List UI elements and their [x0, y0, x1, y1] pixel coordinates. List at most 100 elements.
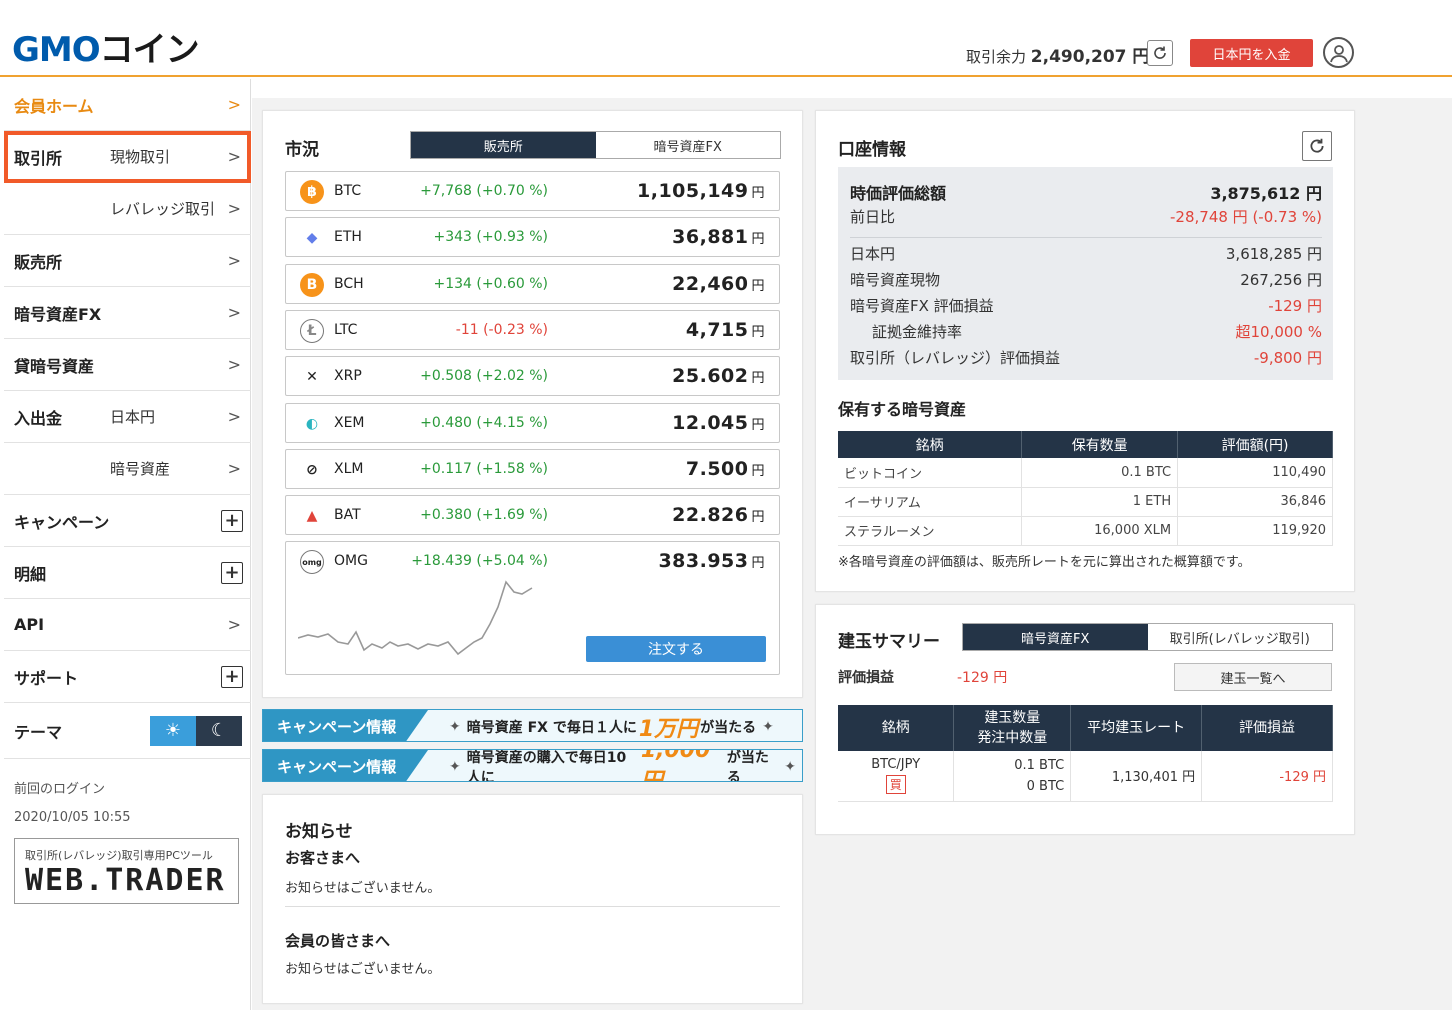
- spot-row: 暗号資産現物 267,256 円: [850, 271, 1322, 289]
- eth-icon: ◆: [300, 226, 324, 251]
- balance-refresh-button[interactable]: [1147, 40, 1173, 66]
- refresh-icon: [1310, 138, 1324, 153]
- market-tabs: 販売所 暗号資産FX: [410, 131, 781, 159]
- coin-price: 22,460 円: [672, 272, 765, 295]
- jpy-row: 日本円 3,618,285 円: [850, 245, 1322, 263]
- webtrader-banner[interactable]: 取引所(レバレッジ)取引専用PCツール WEB.TRADER: [14, 838, 239, 904]
- sidebar-item-home[interactable]: 会員ホーム >: [4, 79, 251, 131]
- trading-balance: 取引余力 2,490,207 円: [966, 42, 1149, 67]
- gmo-coin-logo[interactable]: GMOコイン: [12, 30, 200, 70]
- prev-day-row: 前日比 -28,748 円 (-0.73 %): [850, 208, 1322, 226]
- last-login: 前回のログイン 2020/10/05 10:55: [14, 782, 131, 825]
- positions-panel: 建玉サマリー 暗号資産FX 取引所(レバレッジ取引) 評価損益 -129 円 建…: [815, 604, 1355, 835]
- total-valuation-row: 時価評価総額 3,875,612 円: [850, 184, 1322, 203]
- balance-value: 2,490,207 円: [1030, 47, 1150, 67]
- moon-icon[interactable]: ☾: [196, 715, 242, 746]
- coin-row-btc[interactable]: ฿ BTC +7,768 (+0.70 %) 1,105,149 円: [285, 171, 780, 211]
- holdings-table: 銘柄 保有数量 評価額(円) ビットコイン 0.1 BTC 110,490 イーサリ…: [838, 431, 1333, 546]
- coin-row-omg[interactable]: omg OMG +18.439 (+5.04 %) 383.953 円注文する: [285, 541, 780, 676]
- coin-row-ltc[interactable]: Ł LTC -11 (-0.23 %) 4,715 円: [285, 309, 780, 350]
- tab-positions-fx[interactable]: 暗号資産FX: [963, 624, 1148, 650]
- tab-positions-leverage[interactable]: 取引所(レバレッジ取引): [1147, 624, 1332, 650]
- coin-symbol: OMG: [334, 553, 368, 570]
- user-icon: [1329, 44, 1348, 62]
- fx-pl-row: 暗号資産FX 評価損益 -129 円: [850, 297, 1322, 315]
- margin-ratio-row: 証拠金維持率 超10,000 %: [872, 323, 1322, 341]
- market-title: 市況: [285, 140, 319, 160]
- sidebar-item-api[interactable]: API >: [4, 599, 251, 651]
- theme-toggle[interactable]: ☀ ☾: [150, 715, 242, 746]
- coin-row-xlm[interactable]: ⊘ XLM +0.117 (+1.58 %) 7.500 円: [285, 448, 780, 489]
- sparkline-path: [298, 580, 533, 656]
- sidebar-item-exchange-spot[interactable]: 取引所 現物取引 >: [4, 131, 251, 183]
- sidebar-item-deposit-jpy[interactable]: 入出金 日本円 >: [4, 391, 251, 443]
- order-button[interactable]: 注文する: [586, 636, 766, 663]
- table-row[interactable]: BTC/JPY 買 0.1 BTC 0 BTC 1,130,401 円 -129 円: [838, 751, 1333, 802]
- sidebar-item-lending[interactable]: 貸暗号資産 >: [4, 339, 251, 391]
- coin-price: 25.602 円: [672, 365, 765, 388]
- tab-fx[interactable]: 暗号資産FX: [595, 132, 780, 158]
- sidebar-item-support[interactable]: サポート +: [4, 651, 251, 703]
- sidebar-item-exchange-leverage[interactable]: レバレッジ取引 >: [4, 183, 251, 235]
- notice-title: お知らせ: [285, 822, 353, 842]
- account-summary: 時価評価総額 3,875,612 円 前日比 -28,748 円 (-0.73 %)…: [838, 167, 1333, 380]
- sparkle-icon: ✦: [784, 758, 796, 775]
- bat-icon: ▲: [300, 504, 324, 529]
- sparkle-icon: ✦: [762, 718, 774, 735]
- holdings-title: 保有する暗号資産: [838, 400, 967, 419]
- sparkle-icon: ✦: [449, 718, 461, 735]
- coin-change: +343 (+0.93 %): [433, 229, 548, 246]
- market-panel: 市況 販売所 暗号資産FX ฿ BTC +7,768 (+0.70 %) 1,105,…: [262, 110, 803, 698]
- positions-list-button[interactable]: 建玉一覧へ: [1174, 663, 1332, 691]
- coin-change: +7,768 (+0.70 %): [420, 183, 548, 199]
- tab-sales[interactable]: 販売所: [411, 132, 596, 158]
- chevron-right-icon: >: [227, 355, 241, 374]
- coin-price: 383.953 円: [658, 550, 765, 573]
- plus-icon: +: [221, 561, 243, 584]
- xlm-icon: ⊘: [300, 457, 324, 482]
- coin-row-eth[interactable]: ◆ ETH +343 (+0.93 %) 36,881 円: [285, 217, 780, 258]
- buy-badge: 買: [885, 775, 906, 795]
- plus-icon: +: [221, 509, 243, 532]
- coin-change: -11 (-0.23 %): [455, 321, 548, 338]
- account-refresh-button[interactable]: [1302, 131, 1332, 161]
- sidebar-item-theme: テーマ ☀ ☾: [4, 703, 251, 759]
- notice-customer-heading: お客さまへ: [285, 849, 361, 867]
- campaign-banner-2[interactable]: キャンペーン情報 ✦ 暗号資産の購入で毎日10人に 1,000円 が当たる ✦: [262, 749, 803, 782]
- refresh-icon: [1154, 46, 1166, 59]
- coin-price: 36,881 円: [672, 226, 765, 249]
- table-row: イーサリアム 1 ETH 36,846: [838, 487, 1333, 517]
- sun-icon[interactable]: ☀: [150, 715, 196, 746]
- sidebar-item-sales[interactable]: 販売所 >: [4, 235, 251, 287]
- divider: [850, 237, 1322, 238]
- btc-icon: ฿: [300, 180, 324, 204]
- user-avatar[interactable]: [1323, 37, 1354, 68]
- coin-price: 22.826 円: [672, 504, 765, 527]
- coin-row-xem[interactable]: ◐ XEM +0.480 (+4.15 %) 12.045 円: [285, 402, 780, 443]
- omg-icon: omg: [300, 550, 324, 575]
- xrp-icon: ✕: [300, 365, 324, 390]
- account-panel: 口座情報 時価評価総額 3,875,612 円 前日比 -28,748 円 (-0.…: [815, 110, 1355, 592]
- sidebar-item-statement[interactable]: 明細 +: [4, 547, 251, 599]
- coin-row-xrp[interactable]: ✕ XRP +0.508 (+2.02 %) 25.602 円: [285, 356, 780, 397]
- chevron-right-icon: >: [227, 95, 241, 114]
- chevron-right-icon: >: [227, 251, 241, 270]
- coin-change: +0.380 (+1.69 %): [420, 507, 548, 524]
- campaign-banner-1[interactable]: キャンペーン情報 ✦ 暗号資産 FX で毎日１人に 1万円 が当たる ✦: [262, 709, 803, 742]
- coin-row-bat[interactable]: ▲ BAT +0.380 (+1.69 %) 22.826 円: [285, 495, 780, 536]
- chevron-right-icon: >: [227, 407, 241, 426]
- sidebar-item-fx[interactable]: 暗号資産FX >: [4, 287, 251, 339]
- coin-symbol: ETH: [334, 229, 362, 246]
- header: GMOコイン 取引余力 2,490,207 円 日本円を入金: [0, 0, 1452, 77]
- sidebar-item-deposit-crypto[interactable]: 暗号資産 >: [4, 443, 251, 495]
- coin-price: 12.045 円: [672, 411, 765, 434]
- pl-label: 評価損益: [838, 670, 894, 686]
- sidebar: 会員ホーム > 取引所 現物取引 > レバレッジ取引 > 販売所 > 暗号資産FX >…: [4, 79, 251, 1010]
- sidebar-item-campaign[interactable]: キャンペーン +: [4, 495, 251, 547]
- coin-change: +0.117 (+1.58 %): [420, 460, 548, 477]
- coin-price: 4,715 円: [685, 318, 765, 341]
- chevron-right-icon: >: [227, 303, 241, 322]
- coin-row-bch[interactable]: B BCH +134 (+0.60 %) 22,460 円: [285, 263, 780, 304]
- deposit-jpy-button[interactable]: 日本円を入金: [1190, 39, 1313, 67]
- pl-value: -129 円: [957, 670, 1008, 686]
